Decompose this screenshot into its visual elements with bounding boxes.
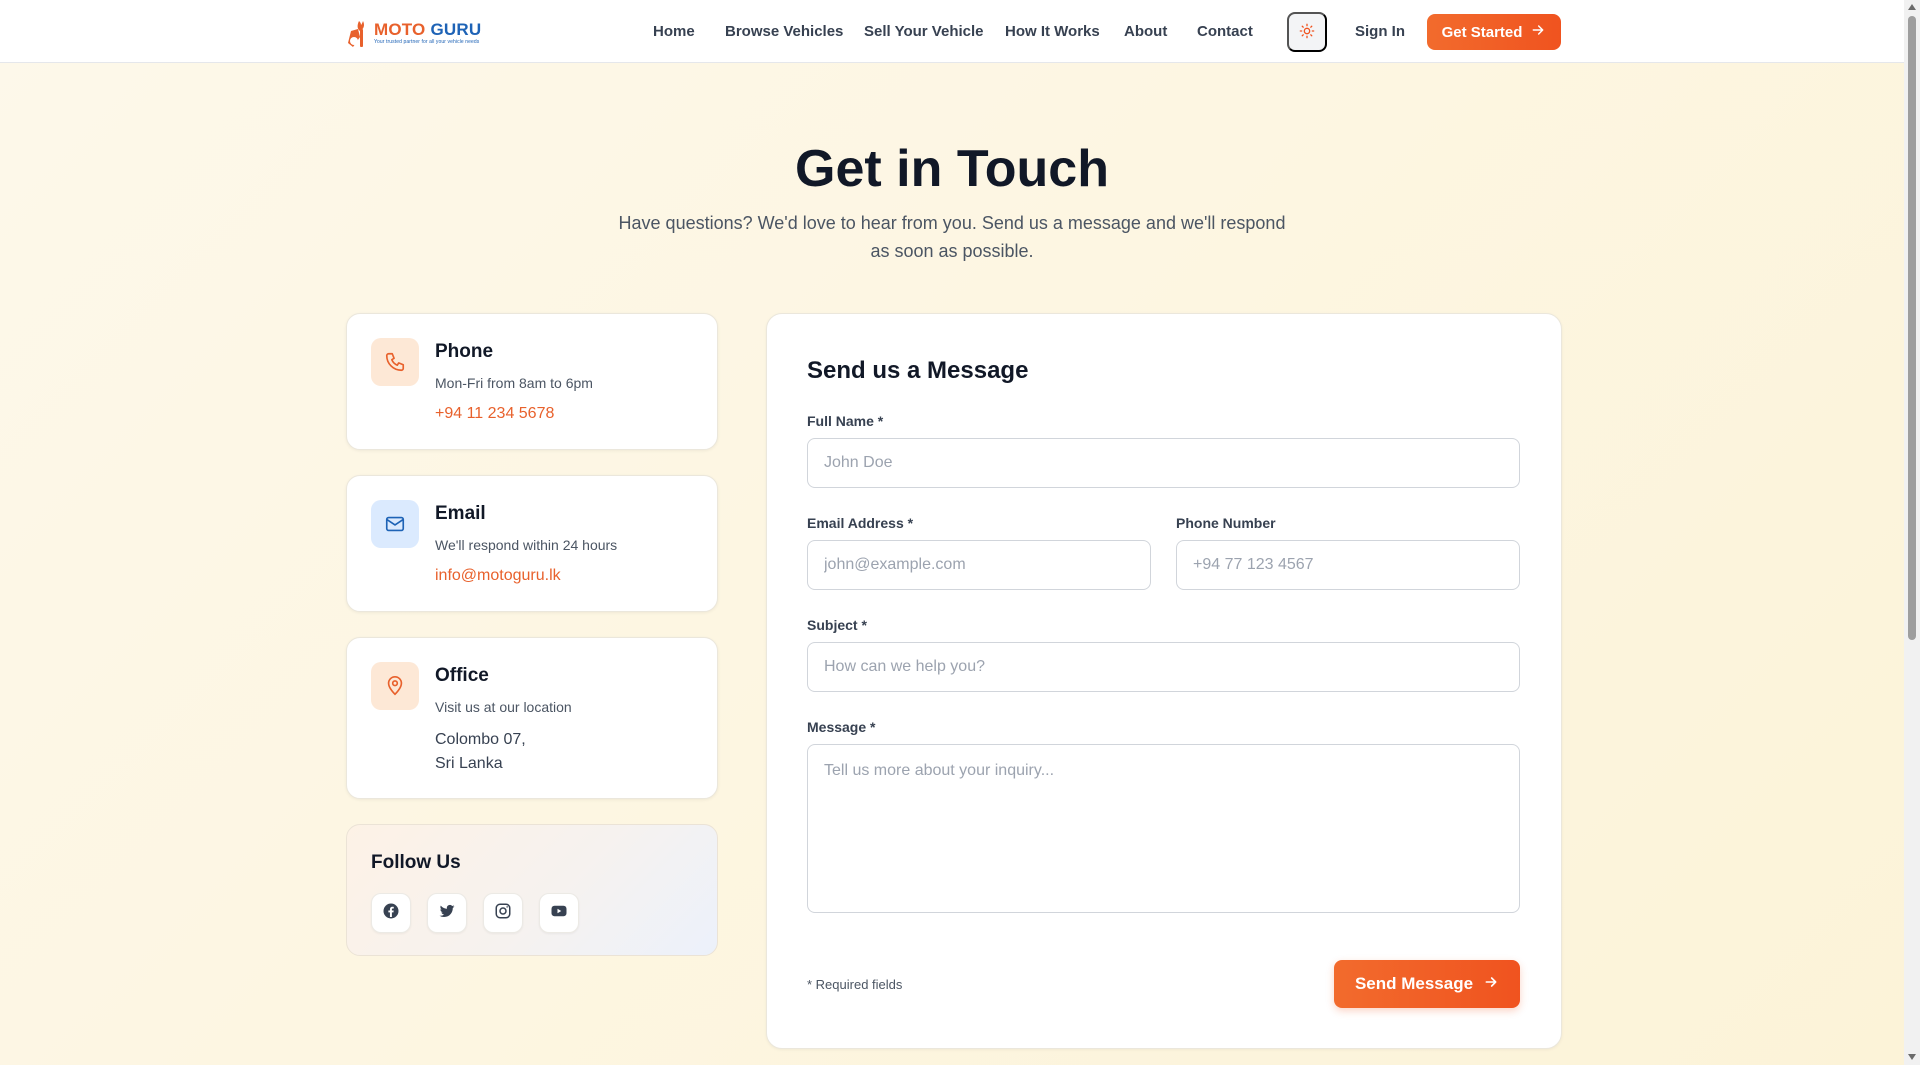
office-card: Office Visit us at our location Colombo … xyxy=(346,637,718,799)
follow-us-card: Follow Us xyxy=(346,824,718,956)
mail-icon xyxy=(371,500,419,548)
twitter-icon xyxy=(438,902,456,925)
page-subtitle: Have questions? We'd love to hear from y… xyxy=(618,213,1286,261)
sign-in-link[interactable]: Sign In xyxy=(1355,22,1405,42)
arrow-right-icon xyxy=(1530,22,1546,42)
instagram-icon xyxy=(494,902,512,925)
email-card: Email We'll respond within 24 hours info… xyxy=(346,475,718,612)
send-message-button[interactable]: Send Message xyxy=(1334,960,1520,1008)
scroll-up-arrow-icon[interactable] xyxy=(1908,4,1916,10)
office-address-line1: Colombo 07, xyxy=(435,731,526,748)
email-label: Email Address * xyxy=(807,515,914,531)
main-nav: Home Browse Vehicles Sell Your Vehicle H… xyxy=(0,0,1904,63)
contact-form: Send us a Message Full Name * Email Addr… xyxy=(766,313,1562,1049)
subject-input[interactable] xyxy=(807,642,1520,692)
nav-about[interactable]: About xyxy=(1124,22,1167,42)
get-started-label: Get Started xyxy=(1441,23,1523,41)
office-card-subtitle: Visit us at our location xyxy=(435,699,572,715)
required-fields-note: * Required fields xyxy=(807,977,903,992)
subject-label: Subject * xyxy=(807,617,867,633)
phone-number-link[interactable]: +94 11 234 5678 xyxy=(435,404,554,424)
nav-home[interactable]: Home xyxy=(653,22,695,42)
phone-icon xyxy=(371,338,419,386)
send-message-label: Send Message xyxy=(1354,974,1474,993)
youtube-link[interactable] xyxy=(539,893,579,933)
nav-browse-vehicles[interactable]: Browse Vehicles xyxy=(725,22,843,42)
page-scrollbar[interactable] xyxy=(1904,0,1920,1065)
full-name-label: Full Name * xyxy=(807,413,884,429)
phone-card-title: Phone xyxy=(435,341,494,362)
phone-card-hours: Mon-Fri from 8am to 6pm xyxy=(435,375,593,391)
page-title: Get in Touch xyxy=(795,140,1109,198)
office-address-line2: Sri Lanka xyxy=(435,755,503,772)
arrow-right-icon xyxy=(1483,974,1499,995)
phone-card: Phone Mon-Fri from 8am to 6pm +94 11 234… xyxy=(346,313,718,450)
nav-how-it-works[interactable]: How It Works xyxy=(1005,22,1100,42)
scroll-down-arrow-icon[interactable] xyxy=(1908,1054,1916,1060)
nav-contact[interactable]: Contact xyxy=(1197,22,1253,42)
full-name-input[interactable] xyxy=(807,438,1520,488)
form-title: Send us a Message xyxy=(807,357,1029,384)
nav-sell-your-vehicle[interactable]: Sell Your Vehicle xyxy=(864,22,984,42)
message-textarea[interactable] xyxy=(807,744,1520,913)
sun-icon xyxy=(1299,23,1315,42)
email-address-link[interactable]: info@motoguru.lk xyxy=(435,566,561,586)
email-input[interactable] xyxy=(807,540,1151,590)
youtube-icon xyxy=(549,902,569,925)
twitter-link[interactable] xyxy=(427,893,467,933)
facebook-icon xyxy=(382,902,400,925)
phone-input[interactable] xyxy=(1176,540,1520,590)
scrollbar-thumb[interactable] xyxy=(1908,16,1916,640)
theme-toggle-button[interactable] xyxy=(1287,12,1327,52)
map-pin-icon xyxy=(371,662,419,710)
follow-us-title: Follow Us xyxy=(371,852,461,873)
office-card-title: Office xyxy=(435,665,489,686)
top-navbar: MOTO GURU Your trusted partner for all y… xyxy=(0,0,1904,63)
email-card-response-time: We'll respond within 24 hours xyxy=(435,537,618,553)
email-card-title: Email xyxy=(435,503,486,524)
facebook-link[interactable] xyxy=(371,893,411,933)
get-started-button[interactable]: Get Started xyxy=(1427,14,1561,50)
office-address: Colombo 07, Sri Lanka xyxy=(435,728,526,776)
phone-label: Phone Number xyxy=(1176,515,1276,531)
message-label: Message * xyxy=(807,719,876,735)
instagram-link[interactable] xyxy=(483,893,523,933)
